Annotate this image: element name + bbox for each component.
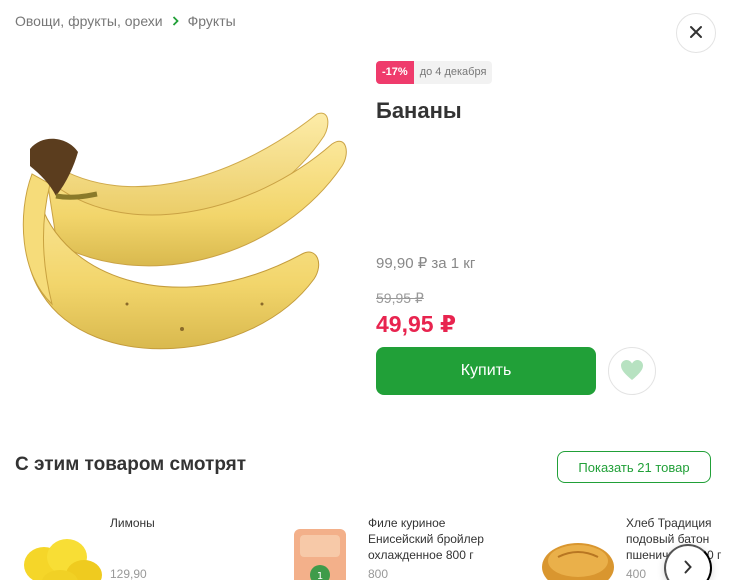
related-section-title: С этим товаром смотрят bbox=[15, 454, 247, 475]
product-image bbox=[12, 104, 357, 374]
product-title: Бананы bbox=[376, 98, 462, 123]
chevron-right-icon bbox=[684, 560, 692, 577]
breadcrumb-category[interactable]: Овощи, фрукты, орехи bbox=[15, 13, 163, 29]
card-price: 400 г bbox=[626, 567, 647, 580]
show-all-button[interactable]: Показать 21 товар bbox=[557, 451, 711, 483]
buy-button[interactable]: Купить bbox=[376, 347, 596, 395]
card-price: 129,90 ₽ за 1 кг bbox=[110, 567, 147, 580]
card-price: 800 г bbox=[368, 567, 389, 580]
new-price: 49,95 ₽ bbox=[376, 311, 456, 337]
promo-badge: -17% до 4 декабря bbox=[376, 61, 493, 84]
card-name: Филе куриное Енисейский бройлер охлажден… bbox=[368, 516, 484, 562]
breadcrumb-subcategory[interactable]: Фрукты bbox=[188, 13, 236, 29]
chicken-fillet-image: 1 bbox=[280, 527, 360, 580]
breadcrumb: Овощи, фрукты, орехи Фрукты bbox=[15, 13, 236, 29]
close-icon bbox=[689, 25, 703, 42]
card-name: Лимоны bbox=[110, 516, 155, 530]
heart-icon bbox=[620, 359, 644, 384]
promo-date: до 4 декабря bbox=[413, 61, 493, 84]
close-button[interactable] bbox=[676, 13, 716, 53]
favorite-button[interactable] bbox=[608, 347, 656, 395]
bread-image bbox=[538, 527, 618, 580]
unit-price: 99,90 ₽ за 1 кг bbox=[376, 255, 476, 272]
discount-badge: -17% bbox=[376, 61, 414, 84]
svg-text:1: 1 bbox=[317, 571, 323, 580]
chevron-right-icon bbox=[172, 16, 179, 26]
lemons-image bbox=[22, 527, 102, 580]
old-price: 59,95 ₽ bbox=[376, 290, 424, 306]
